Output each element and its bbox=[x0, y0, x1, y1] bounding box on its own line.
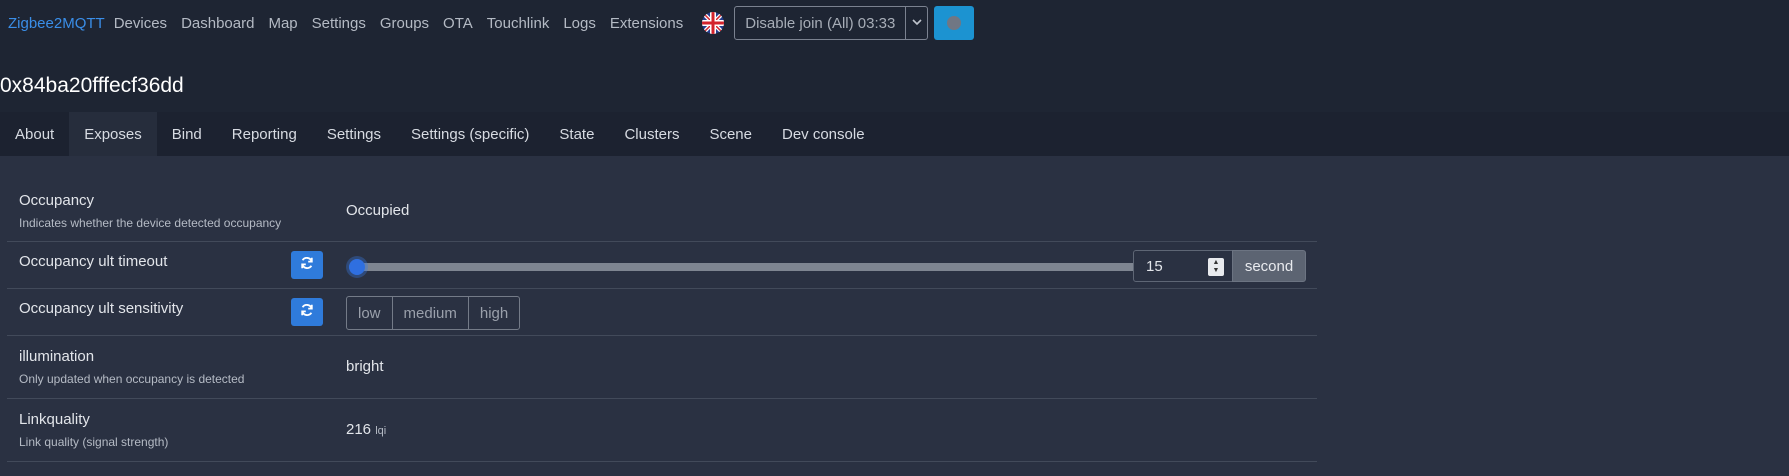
disable-join-button[interactable]: Disable join (All) 03:33 bbox=[734, 6, 907, 40]
nav-link-settings[interactable]: Settings bbox=[312, 15, 366, 32]
tab-about[interactable]: About bbox=[0, 112, 69, 156]
expose-row-occupancy: Occupancy Indicates whether the device d… bbox=[7, 180, 1317, 242]
tab-bind[interactable]: Bind bbox=[157, 112, 217, 156]
tab-scene[interactable]: Scene bbox=[694, 112, 767, 156]
expose-label: Occupancy bbox=[19, 192, 95, 209]
expose-label: illumination bbox=[19, 348, 95, 365]
status-dot-icon bbox=[947, 16, 962, 30]
join-control: Disable join (All) 03:33 bbox=[734, 6, 929, 40]
refresh-sensitivity-button[interactable] bbox=[291, 298, 323, 326]
sensitivity-medium-button[interactable]: medium bbox=[391, 296, 469, 330]
expose-row-timeout: Occupancy ult timeout 15 ▲ ▼ second bbox=[7, 242, 1317, 289]
tab-reporting[interactable]: Reporting bbox=[217, 112, 312, 156]
expose-description: Link quality (signal strength) bbox=[19, 435, 169, 449]
connection-status-button[interactable] bbox=[934, 6, 975, 40]
sensitivity-high-button[interactable]: high bbox=[467, 296, 521, 330]
tab-exposes[interactable]: Exposes bbox=[69, 112, 157, 156]
chevron-down-icon bbox=[912, 18, 922, 29]
page-title: 0x84ba20fffecf36dd bbox=[0, 74, 184, 97]
sensitivity-options: low medium high bbox=[346, 296, 521, 330]
timeout-slider[interactable] bbox=[349, 259, 1137, 275]
linkquality-unit: lqi bbox=[375, 425, 387, 437]
refresh-icon bbox=[300, 256, 314, 275]
expose-description: Only updated when occupancy is detected bbox=[19, 372, 245, 386]
uk-flag-icon[interactable] bbox=[702, 12, 725, 34]
stepper-arrows-icon[interactable]: ▲ ▼ bbox=[1208, 258, 1224, 276]
refresh-timeout-button[interactable] bbox=[291, 251, 323, 279]
nav-link-extensions[interactable]: Extensions bbox=[610, 15, 683, 32]
expose-description: Indicates whether the device detected oc… bbox=[19, 216, 282, 230]
nav-link-ota[interactable]: OTA bbox=[443, 15, 473, 32]
nav-link-map[interactable]: Map bbox=[268, 15, 297, 32]
tab-settings-specific[interactable]: Settings (specific) bbox=[396, 112, 544, 156]
timeout-input-value: 15 bbox=[1146, 257, 1163, 275]
slider-thumb[interactable] bbox=[349, 259, 365, 275]
expose-row-linkquality: Linkquality Link quality (signal strengt… bbox=[7, 399, 1317, 462]
tab-settings[interactable]: Settings bbox=[312, 112, 396, 156]
illumination-value: bright bbox=[346, 358, 384, 375]
timeout-number-input[interactable]: 15 ▲ ▼ bbox=[1133, 250, 1233, 282]
join-dropdown-toggle[interactable] bbox=[906, 6, 929, 40]
linkquality-number: 216 bbox=[346, 421, 372, 438]
expose-row-illumination: illumination Only updated when occupancy… bbox=[7, 336, 1317, 399]
brand-link[interactable]: Zigbee2MQTT bbox=[8, 15, 105, 32]
navbar: Zigbee2MQTT Devices Dashboard Map Settin… bbox=[0, 0, 1789, 46]
occupancy-value: Occupied bbox=[346, 202, 410, 219]
linkquality-value: 216 lqi bbox=[346, 421, 386, 438]
nav-link-logs[interactable]: Logs bbox=[563, 15, 596, 32]
nav-link-touchlink[interactable]: Touchlink bbox=[487, 15, 550, 32]
expose-label: Linkquality bbox=[19, 411, 90, 428]
sensitivity-low-button[interactable]: low bbox=[346, 296, 393, 330]
timeout-unit: second bbox=[1232, 250, 1306, 282]
tab-state[interactable]: State bbox=[544, 112, 609, 156]
tab-clusters[interactable]: Clusters bbox=[609, 112, 694, 156]
expose-label: Occupancy ult sensitivity bbox=[19, 300, 184, 317]
nav-link-devices[interactable]: Devices bbox=[114, 15, 167, 32]
refresh-icon bbox=[300, 303, 314, 322]
tab-dev-console[interactable]: Dev console bbox=[767, 112, 880, 156]
device-tabs: About Exposes Bind Reporting Settings Se… bbox=[0, 112, 1789, 156]
expose-row-sensitivity: Occupancy ult sensitivity low medium hig… bbox=[7, 289, 1317, 336]
exposes-panel: Occupancy Indicates whether the device d… bbox=[0, 156, 1789, 476]
nav-link-dashboard[interactable]: Dashboard bbox=[181, 15, 254, 32]
nav-link-groups[interactable]: Groups bbox=[380, 15, 429, 32]
expose-label: Occupancy ult timeout bbox=[19, 253, 168, 270]
exposes-table: Occupancy Indicates whether the device d… bbox=[7, 180, 1317, 462]
